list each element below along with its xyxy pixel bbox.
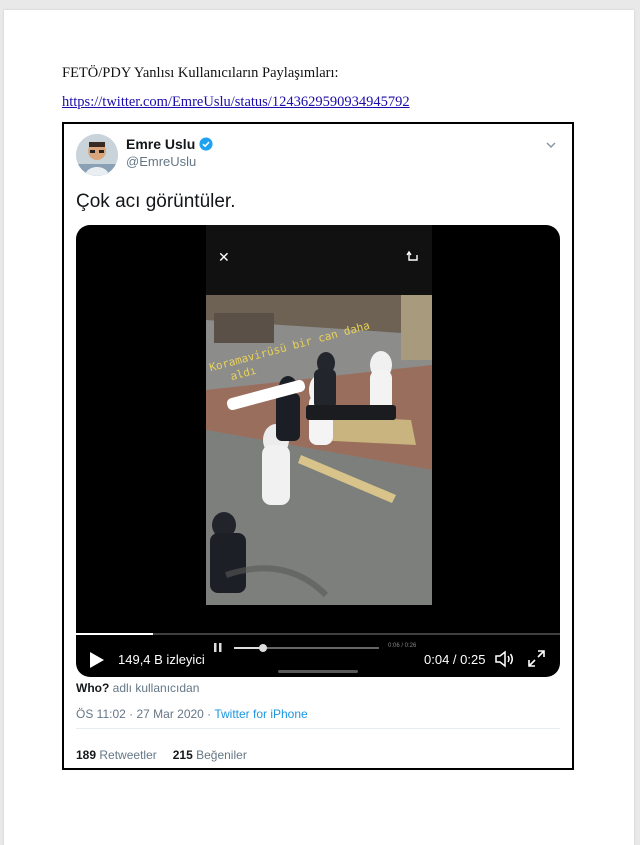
retweets-label: Retweetler — [99, 748, 157, 762]
video-progress-bar[interactable] — [76, 633, 560, 635]
chevron-down-icon[interactable] — [544, 138, 558, 152]
display-name-text: Emre Uslu — [126, 136, 196, 152]
video-player[interactable]: Koramavirüsü bir can daha aldı ✕ 0:06 / … — [76, 225, 560, 677]
video-frame: Koramavirüsü bir can daha aldı — [206, 225, 432, 605]
video-handle-bar — [278, 670, 358, 673]
display-name[interactable]: Emre Uslu — [126, 136, 213, 152]
tweet-link[interactable]: https://twitter.com/EmreUslu/status/1243… — [62, 94, 410, 111]
video-progress-fill — [76, 633, 154, 635]
retweets-count: 189 — [76, 748, 97, 762]
tweet-meta: ÖS 11:02 · 27 Mar 2020 · Twitter for iPh… — [76, 707, 308, 721]
likes-stat[interactable]: 215 Beğeniler — [173, 748, 247, 762]
play-icon[interactable] — [90, 652, 104, 668]
close-icon[interactable]: ✕ — [218, 249, 230, 266]
divider — [76, 728, 560, 729]
inner-video-time: 0:06 / 0:26 — [388, 643, 417, 649]
rotate-icon[interactable] — [406, 249, 420, 263]
verified-icon — [199, 137, 213, 151]
video-time: 0:04 / 0:25 — [424, 652, 486, 667]
avatar[interactable] — [76, 134, 118, 176]
inner-video-scrubber-knob — [259, 644, 267, 652]
pause-icon — [214, 643, 222, 652]
fullscreen-icon[interactable] — [528, 650, 545, 667]
tweet-stats: 189 Retweetler 215 Beğeniler — [76, 748, 247, 762]
attribution-text: adlı kullanıcıdan — [109, 681, 200, 695]
tweet-source[interactable]: Twitter for iPhone — [214, 707, 307, 721]
document-page: FETÖ/PDY Yanlısı Kullanıcıların Paylaşım… — [4, 10, 634, 845]
likes-count: 215 — [172, 748, 193, 762]
retweets-stat[interactable]: 189 Retweetler — [76, 748, 157, 762]
tweet-text: Çok acı görüntüler. — [76, 191, 236, 212]
video-attribution[interactable]: Who? adlı kullanıcıdan — [76, 681, 199, 695]
view-count: 149,4 B izleyici — [118, 652, 205, 667]
volume-icon[interactable] — [494, 650, 514, 668]
video-still: Koramavirüsü bir can daha aldı — [206, 295, 432, 605]
inner-video-scrubber — [234, 644, 379, 652]
user-handle[interactable]: @EmreUslu — [126, 154, 196, 169]
tweet-timestamp[interactable]: ÖS 11:02 · 27 Mar 2020 · — [76, 707, 214, 721]
attribution-user: Who? — [76, 681, 110, 695]
likes-label: Beğeniler — [196, 748, 247, 762]
embedded-tweet: Emre Uslu @EmreUslu Çok acı görüntüler. — [62, 122, 574, 770]
section-heading: FETÖ/PDY Yanlısı Kullanıcıların Paylaşım… — [62, 65, 339, 81]
